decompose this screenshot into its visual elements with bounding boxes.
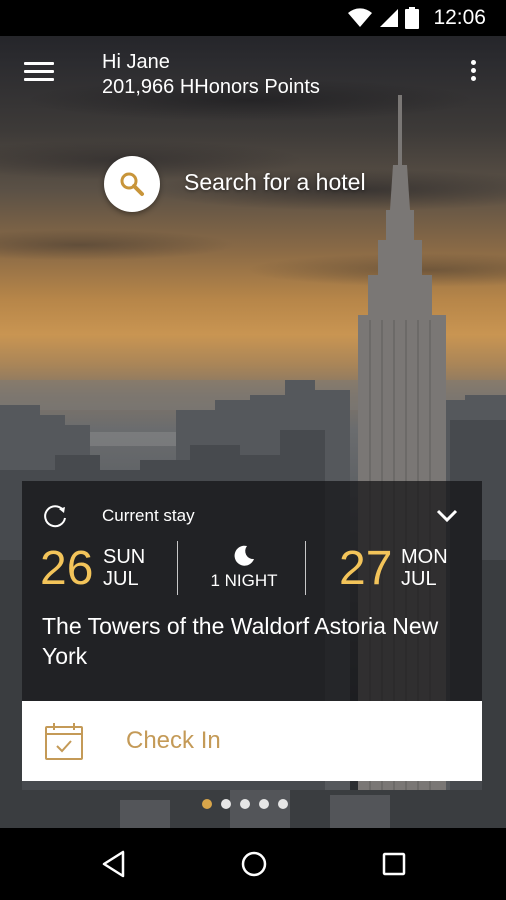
check-in-button[interactable]: Check In — [22, 701, 482, 781]
cell-signal-icon — [380, 9, 399, 27]
current-stay-label: Current stay — [102, 506, 195, 525]
search-hotel-label[interactable]: Search for a hotel — [184, 169, 366, 196]
check-in-month: JUL — [103, 568, 139, 590]
page-dot[interactable] — [202, 799, 212, 809]
nights-count: 1 NIGHT — [210, 571, 278, 590]
battery-icon — [405, 7, 420, 29]
wifi-icon — [348, 8, 373, 27]
recents-button[interactable] — [374, 844, 414, 884]
home-icon — [241, 851, 267, 877]
page-dot[interactable] — [221, 799, 231, 809]
search-icon — [120, 172, 144, 196]
status-clock: 12:06 — [433, 6, 486, 29]
page-dot[interactable] — [240, 799, 250, 809]
page-indicator — [202, 799, 288, 809]
back-icon — [102, 850, 125, 878]
date-divider — [305, 541, 306, 595]
check-out-day: 27 — [339, 542, 393, 595]
current-stay-card[interactable]: Current stay 26 SUN JUL 1 NIGHT 27 MON J… — [22, 481, 482, 701]
back-button[interactable] — [94, 844, 134, 884]
chevron-down-icon[interactable] — [432, 501, 462, 531]
recents-icon — [382, 852, 406, 876]
moon-icon — [234, 545, 254, 566]
hotel-name: The Towers of the Waldorf Astoria New Yo… — [42, 613, 439, 669]
check-in-weekday: SUN — [103, 546, 146, 568]
page-dot[interactable] — [259, 799, 269, 809]
system-nav-bar — [0, 828, 506, 900]
date-divider — [177, 541, 178, 595]
hamburger-menu-icon[interactable] — [24, 62, 54, 86]
more-vert-icon[interactable] — [466, 60, 480, 90]
check-in-day: 26 — [40, 542, 94, 595]
points-balance: 201,966 HHonors Points — [102, 76, 320, 98]
page-dot[interactable] — [278, 799, 288, 809]
status-bar: 12:06 — [0, 0, 506, 36]
check-out-month: JUL — [401, 568, 437, 590]
home-button[interactable] — [234, 844, 274, 884]
check-out-weekday: MON — [401, 546, 448, 568]
refresh-icon[interactable] — [42, 503, 68, 529]
greeting-text: Hi Jane — [102, 51, 170, 73]
calendar-check-icon — [45, 723, 83, 760]
check-in-label: Check In — [126, 727, 221, 754]
search-button[interactable] — [104, 156, 160, 212]
